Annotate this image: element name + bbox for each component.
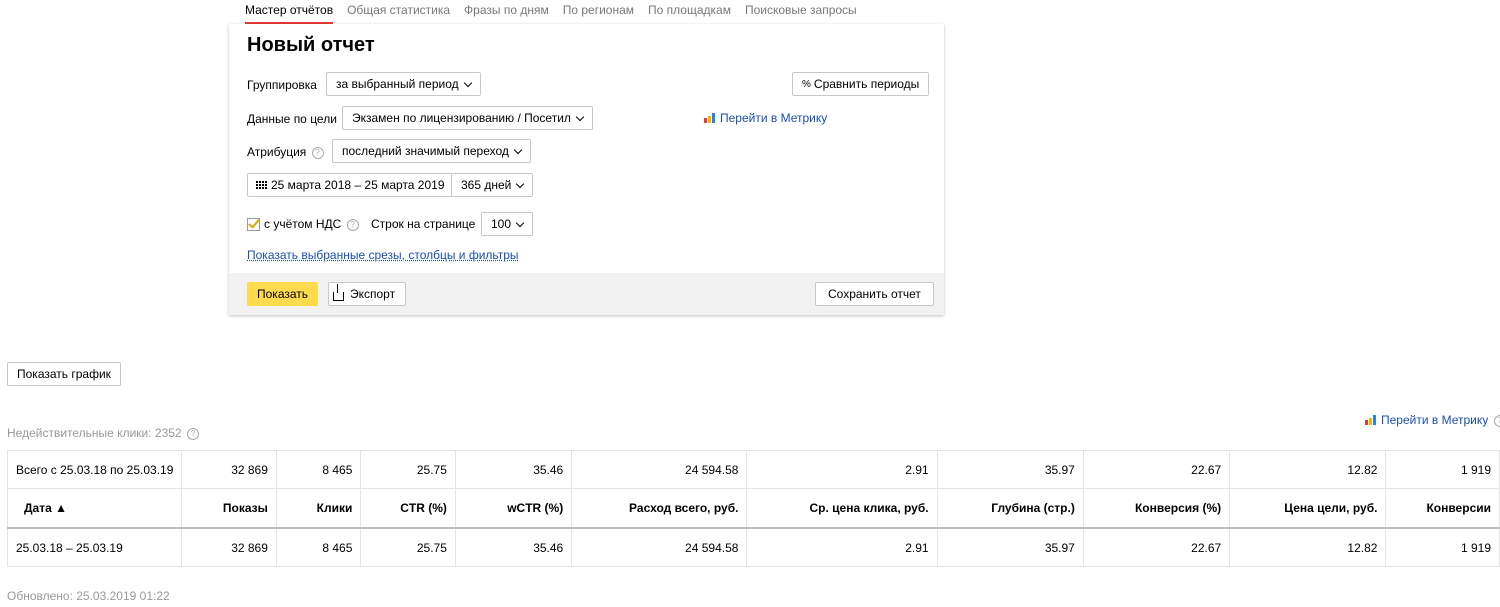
column-header-depth[interactable]: Глубина (стр.) (936, 488, 1084, 529)
column-header-date[interactable]: Дата ▲ (6, 488, 183, 529)
tab-report-master[interactable]: Мастер отчётов (245, 0, 334, 24)
invalid-clicks-text: Недействительные клики: 2352 (7, 426, 182, 440)
table-total-row: Всего с 25.03.18 по 25.03.19 32 869 8 46… (6, 450, 1500, 489)
column-header-conversion-rate[interactable]: Конверсия (%) (1082, 488, 1231, 529)
metrika-link-label: Перейти в Метрику (720, 111, 828, 125)
date-range-picker[interactable]: 25 марта 2018 – 25 марта 2019 (247, 173, 454, 197)
percent-icon: % (802, 78, 811, 90)
table-cell: 35.97 (936, 450, 1084, 489)
report-builder-card: Новый отчет Группировка за выбранный пер… (229, 24, 944, 315)
table-cell: 2.91 (746, 450, 938, 489)
rows-per-page-select[interactable]: 100 (481, 212, 534, 236)
show-selected-filters-link[interactable]: Показать выбранные срезы, столбцы и филь… (247, 248, 519, 262)
period-value: 365 дней (461, 178, 512, 192)
question-icon[interactable]: ? (1493, 414, 1500, 427)
metrika-icon (704, 113, 715, 123)
column-header-wctr[interactable]: wCTR (%) (454, 488, 573, 529)
chevron-down-icon (515, 218, 525, 227)
column-header-goal-cost[interactable]: Цена цели, руб. (1229, 488, 1387, 529)
attribution-value: последний значимый переход (342, 144, 509, 158)
column-header-spend[interactable]: Расход всего, руб. (571, 488, 748, 529)
tab-general-stats[interactable]: Общая статистика (347, 0, 450, 24)
table-cell: 35.97 (936, 527, 1084, 567)
rows-per-page-label: Строк на странице (371, 217, 476, 231)
tab-by-platform[interactable]: По площадкам (648, 0, 731, 24)
vat-label: с учётом НДС (264, 217, 342, 231)
table-cell: 12.82 (1229, 450, 1387, 489)
table-cell: 1 919 (1385, 450, 1500, 489)
compare-periods-label: Сравнить периоды (813, 77, 920, 91)
grouping-label: Группировка (247, 78, 317, 92)
attribution-label-text: Атрибуция (247, 145, 307, 159)
tab-by-region[interactable]: По регионам (563, 0, 634, 24)
column-header-conversions[interactable]: Конверсии (1385, 488, 1500, 529)
metrika-link-right-label: Перейти в Метрику (1381, 413, 1489, 427)
grouping-value: за выбранный период (336, 77, 459, 91)
table-cell: 24 594.58 (571, 450, 748, 489)
column-header-ctr[interactable]: CTR (%) (360, 488, 456, 529)
table-cell: 35.46 (454, 527, 573, 567)
show-button[interactable]: Показать (247, 282, 319, 306)
chevron-down-icon (575, 112, 585, 121)
report-tabs: Мастер отчётов Общая статистика Фразы по… (245, 0, 857, 24)
goal-value: Экзамен по лицензированию / Посетил (352, 111, 571, 125)
column-header-clicks[interactable]: Клики (275, 488, 362, 529)
invalid-clicks: Недействительные клики: 2352 ? (7, 426, 199, 440)
period-select[interactable]: 365 дней (451, 173, 534, 197)
column-header-avg-cpc[interactable]: Ср. цена клика, руб. (746, 488, 938, 529)
tab-phrases-by-day[interactable]: Фразы по дням (464, 0, 549, 24)
export-label: Экспорт (350, 287, 396, 301)
table-cell: 22.67 (1082, 527, 1231, 567)
table-cell: 1 919 (1385, 527, 1500, 567)
goal-label: Данные по цели (247, 112, 337, 126)
table-header-row: Дата ▲ Показы Клики CTR (%) wCTR (%) Рас… (6, 488, 1500, 529)
table-cell: 35.46 (454, 450, 573, 489)
report-actions-bar: Показать Экспорт Сохранить отчет (229, 273, 944, 315)
last-updated: Обновлено: 25.03.2019 01:22 (7, 589, 170, 603)
table-cell: 25.75 (360, 527, 456, 567)
table-cell: Всего с 25.03.18 по 25.03.19 (6, 450, 183, 489)
table-cell: 8 465 (275, 450, 362, 489)
metrika-link-right[interactable]: Перейти в Метрику ? (1365, 413, 1500, 427)
compare-periods-button[interactable]: % Сравнить периоды (792, 72, 930, 96)
table-cell: 25.75 (360, 450, 456, 489)
tab-search-queries[interactable]: Поисковые запросы (745, 0, 857, 24)
table-cell: 22.67 (1082, 450, 1231, 489)
column-header-impressions[interactable]: Показы (181, 488, 277, 529)
question-icon[interactable]: ? (346, 218, 359, 231)
question-icon[interactable]: ? (186, 427, 199, 440)
attribution-label: Атрибуция ? (247, 145, 324, 159)
table-cell: 25.03.18 – 25.03.19 (6, 527, 183, 567)
save-report-button[interactable]: Сохранить отчет (815, 282, 934, 306)
table-cell: 32 869 (181, 450, 277, 489)
question-icon[interactable]: ? (311, 146, 324, 159)
table-cell: 32 869 (181, 527, 277, 567)
goal-select[interactable]: Экзамен по лицензированию / Посетил (342, 106, 593, 130)
date-range-value: 25 марта 2018 – 25 марта 2019 (271, 178, 445, 192)
vat-checkbox[interactable] (247, 218, 260, 232)
statistics-table: Всего с 25.03.18 по 25.03.19 32 869 8 46… (6, 450, 1500, 567)
rows-per-page-value: 100 (491, 217, 512, 231)
grouping-select[interactable]: за выбранный период (326, 72, 481, 96)
table-cell: 2.91 (746, 527, 938, 567)
chevron-down-icon (463, 78, 472, 87)
vat-toggle[interactable]: с учётом НДС ? (247, 217, 359, 232)
chevron-down-icon (516, 179, 525, 188)
metrika-icon (1365, 415, 1376, 425)
report-title: Новый отчет (247, 34, 375, 56)
table-cell: 8 465 (275, 527, 362, 567)
show-chart-button[interactable]: Показать график (7, 362, 121, 386)
chevron-down-icon (513, 145, 523, 154)
export-icon (333, 283, 344, 301)
table-cell: 24 594.58 (571, 527, 748, 567)
table-cell: 12.82 (1229, 527, 1387, 567)
table-row: 25.03.18 – 25.03.19 32 869 8 465 25.75 3… (6, 527, 1500, 567)
export-button[interactable]: Экспорт (328, 282, 407, 306)
metrika-link[interactable]: Перейти в Метрику (704, 111, 827, 125)
calendar-icon (256, 181, 267, 189)
attribution-select[interactable]: последний значимый переход (332, 139, 531, 163)
